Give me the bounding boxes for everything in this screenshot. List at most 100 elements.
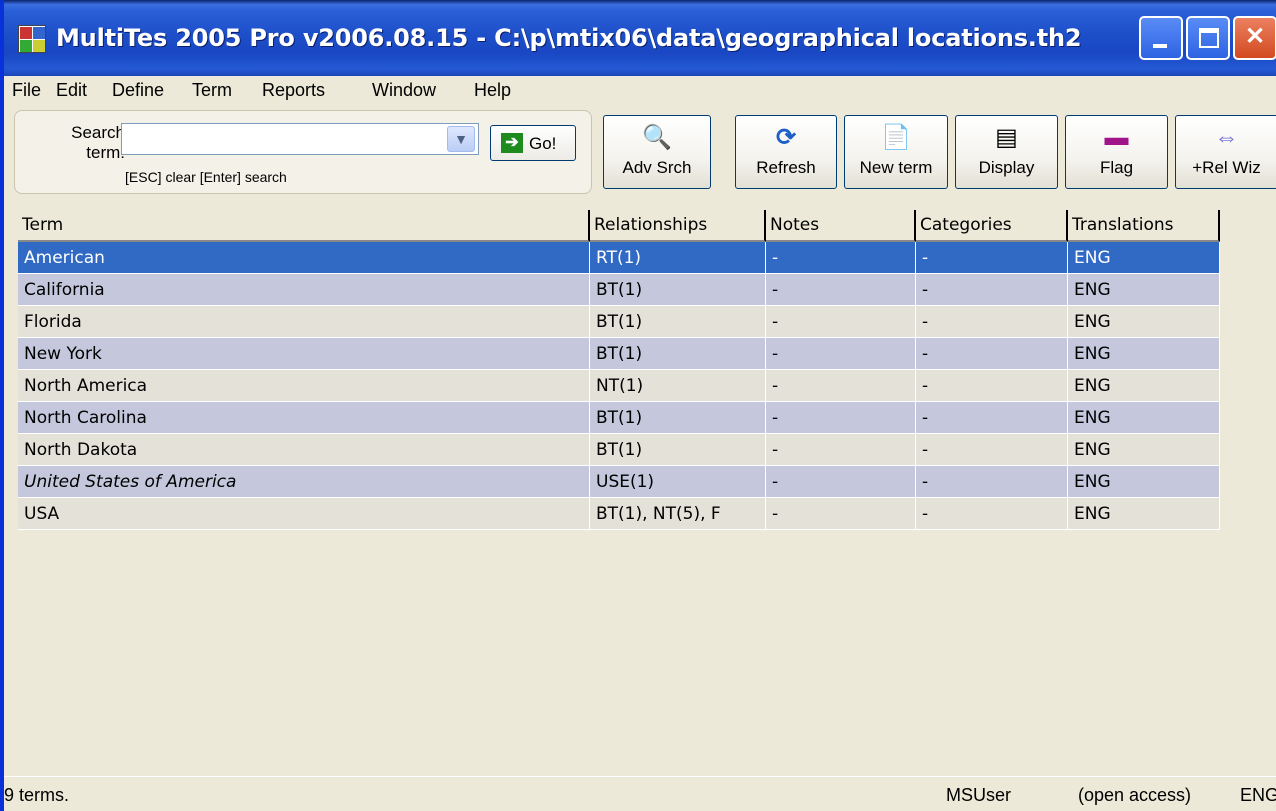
cell-relationships: BT(1), NT(5), F: [590, 498, 766, 530]
cell-translations: ENG: [1068, 242, 1220, 274]
table-row[interactable]: Florida BT(1) - - ENG: [18, 306, 1220, 338]
menu-window[interactable]: Window: [372, 80, 436, 101]
cell-relationships: NT(1): [590, 370, 766, 402]
table-row[interactable]: California BT(1) - - ENG: [18, 274, 1220, 306]
menu-define[interactable]: Define: [112, 80, 164, 101]
cell-translations: ENG: [1068, 434, 1220, 466]
search-input[interactable]: [121, 123, 479, 155]
cell-notes: -: [766, 402, 916, 434]
minimize-button[interactable]: [1139, 16, 1183, 60]
cell-categories: -: [916, 466, 1068, 498]
table-row[interactable]: North Carolina BT(1) - - ENG: [18, 402, 1220, 434]
menu-bar: File Edit Define Term Reports Window Hel…: [4, 76, 1276, 106]
cell-notes: -: [766, 498, 916, 530]
cell-term: American: [18, 242, 590, 274]
cell-translations: ENG: [1068, 338, 1220, 370]
cell-term: United States of America: [18, 466, 590, 498]
table-row[interactable]: American RT(1) - - ENG: [18, 242, 1220, 274]
status-language: ENG: [1240, 785, 1276, 805]
cell-term: North Carolina: [18, 402, 590, 434]
cell-notes: -: [766, 306, 916, 338]
cell-categories: -: [916, 242, 1068, 274]
cell-relationships: USE(1): [590, 466, 766, 498]
cell-translations: ENG: [1068, 274, 1220, 306]
table-row[interactable]: New York BT(1) - - ENG: [18, 338, 1220, 370]
cell-notes: -: [766, 370, 916, 402]
cell-categories: -: [916, 498, 1068, 530]
display-button[interactable]: ▤ Display: [955, 115, 1058, 189]
column-header-term[interactable]: Term: [18, 210, 590, 242]
go-button[interactable]: ➔ Go!: [490, 125, 576, 161]
menu-help[interactable]: Help: [474, 80, 511, 101]
cell-categories: -: [916, 338, 1068, 370]
new-document-icon: 📄: [881, 124, 911, 151]
close-button[interactable]: ✕: [1233, 16, 1276, 60]
search-hint: [ESC] clear [Enter] search: [125, 169, 287, 185]
window-title: MultiTes 2005 Pro v2006.08.15 - C:\p\mti…: [56, 24, 1082, 52]
cell-translations: ENG: [1068, 306, 1220, 338]
refresh-label: Refresh: [756, 158, 816, 177]
cell-categories: -: [916, 274, 1068, 306]
new-term-button[interactable]: 📄 New term: [844, 115, 948, 189]
table-row[interactable]: USA BT(1), NT(5), F - - ENG: [18, 498, 1220, 530]
double-arrow-icon: ⇔: [1214, 124, 1239, 151]
column-header-categories[interactable]: Categories: [916, 210, 1068, 242]
cell-notes: -: [766, 434, 916, 466]
maximize-button[interactable]: [1186, 16, 1230, 60]
cell-notes: -: [766, 466, 916, 498]
column-header-translations[interactable]: Translations: [1068, 210, 1220, 242]
cell-term: New York: [18, 338, 590, 370]
refresh-icon: ⟳: [775, 124, 797, 151]
table-row[interactable]: North Dakota BT(1) - - ENG: [18, 434, 1220, 466]
column-header-relationships[interactable]: Relationships: [590, 210, 766, 242]
status-bar: 9 terms. MSUser (open access) ENG: [4, 776, 1276, 811]
cell-term: North America: [18, 370, 590, 402]
adv-search-button[interactable]: 🔍 Adv Srch: [603, 115, 711, 189]
status-term-count: 9 terms.: [4, 785, 70, 805]
flag-button[interactable]: ▬ Flag: [1065, 115, 1168, 189]
new-term-label: New term: [859, 158, 933, 177]
cell-term: North Dakota: [18, 434, 590, 466]
minimize-icon: [1153, 44, 1167, 48]
cell-relationships: BT(1): [590, 402, 766, 434]
rel-wizard-button[interactable]: ⇔ +Rel Wiz: [1175, 115, 1276, 189]
cell-notes: -: [766, 338, 916, 370]
cell-translations: ENG: [1068, 370, 1220, 402]
menu-term[interactable]: Term: [192, 80, 232, 101]
cell-categories: -: [916, 434, 1068, 466]
flag-icon: ▬: [1104, 124, 1129, 151]
cell-translations: ENG: [1068, 402, 1220, 434]
cell-relationships: RT(1): [590, 242, 766, 274]
title-bar[interactable]: MultiTes 2005 Pro v2006.08.15 - C:\p\mti…: [4, 0, 1276, 76]
go-label: Go!: [529, 134, 557, 153]
refresh-button[interactable]: ⟳ Refresh: [735, 115, 837, 189]
magnifier-icon: 🔍: [642, 124, 672, 151]
search-panel: Search term: ▼ [ESC] clear [Enter] searc…: [14, 110, 592, 194]
column-header-notes[interactable]: Notes: [766, 210, 916, 242]
cell-relationships: BT(1): [590, 306, 766, 338]
cell-categories: -: [916, 370, 1068, 402]
cell-categories: -: [916, 306, 1068, 338]
close-icon: ✕: [1244, 23, 1266, 50]
menu-edit[interactable]: Edit: [56, 80, 87, 101]
table-row[interactable]: North America NT(1) - - ENG: [18, 370, 1220, 402]
cell-translations: ENG: [1068, 466, 1220, 498]
status-access: (open access): [1078, 785, 1192, 805]
menu-file[interactable]: File: [12, 80, 41, 101]
flag-label: Flag: [1099, 158, 1134, 177]
cell-notes: -: [766, 274, 916, 306]
search-label: Search term:: [71, 123, 125, 162]
adv-search-label: Adv Srch: [622, 158, 692, 177]
document-view-icon: ▤: [995, 124, 1018, 151]
cell-categories: -: [916, 402, 1068, 434]
rel-wizard-label: +Rel Wiz: [1192, 158, 1261, 177]
table-row[interactable]: United States of America USE(1) - - ENG: [18, 466, 1220, 498]
search-dropdown-button[interactable]: ▼: [447, 126, 475, 152]
cell-term: California: [18, 274, 590, 306]
menu-reports[interactable]: Reports: [262, 80, 325, 101]
terms-grid: Term Relationships Notes Categories Tran…: [18, 210, 1276, 776]
app-window: MultiTes 2005 Pro v2006.08.15 - C:\p\mti…: [0, 0, 1276, 811]
arrow-right-icon: ➔: [501, 133, 523, 153]
cell-relationships: BT(1): [590, 434, 766, 466]
cell-term: Florida: [18, 306, 590, 338]
